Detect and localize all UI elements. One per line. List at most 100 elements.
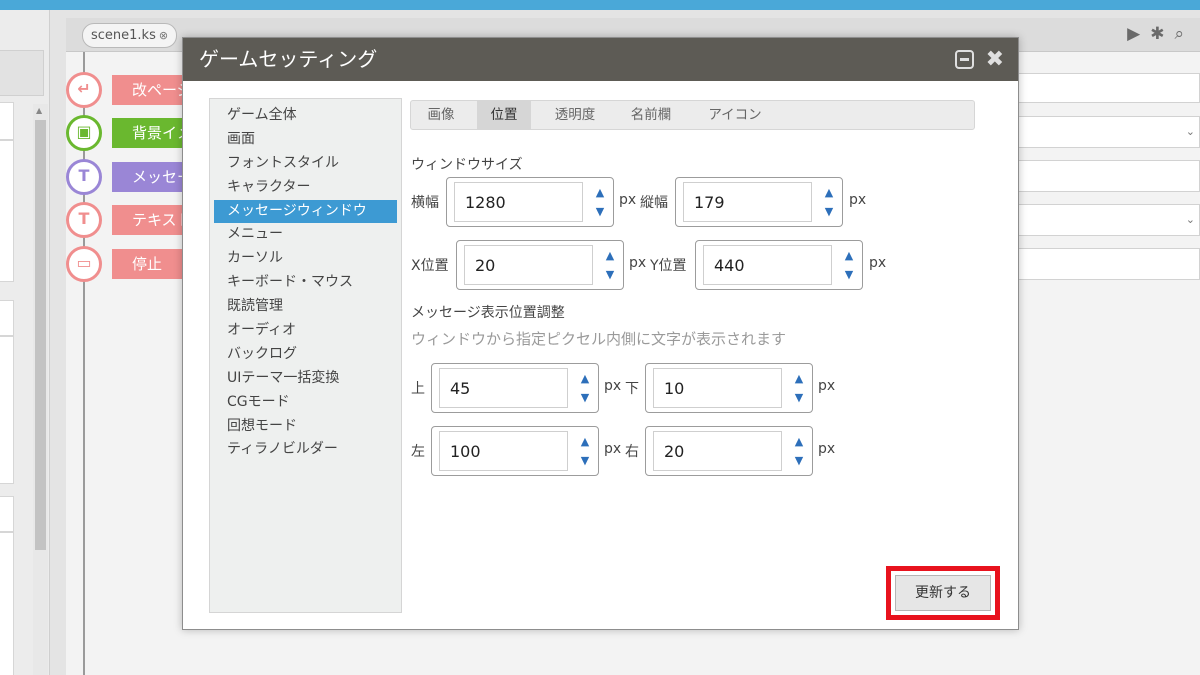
- x-position-stepper[interactable]: 20 ▲ ▼: [456, 240, 624, 290]
- px-unit: px: [818, 441, 836, 457]
- height-stepper[interactable]: 179 ▲ ▼: [675, 177, 843, 227]
- settings-menu: ゲーム全体 画面 フォントスタイル キャラクター メッセージウィンドウ メニュー…: [209, 98, 402, 613]
- increment-icon[interactable]: ▲: [792, 373, 806, 384]
- increment-icon[interactable]: ▲: [578, 373, 592, 384]
- left-panel-tab[interactable]: [0, 50, 44, 96]
- file-tab-label: scene1.ks: [91, 28, 156, 43]
- right-margin-input[interactable]: 20: [653, 431, 782, 471]
- px-unit: px: [869, 255, 887, 271]
- decrement-icon[interactable]: ▼: [593, 206, 607, 217]
- tab-icon[interactable]: アイコン: [699, 101, 771, 129]
- menu-item-keyboard-mouse[interactable]: キーボード・マウス: [214, 271, 397, 295]
- right-margin-stepper[interactable]: 20 ▲ ▼: [645, 426, 813, 476]
- window-size-heading: ウィンドウサイズ: [411, 157, 523, 173]
- left-margin-label: 左: [411, 444, 425, 460]
- left-panel-section: [0, 140, 14, 282]
- left-panel-section: [0, 300, 14, 336]
- tab-image[interactable]: 画像: [417, 101, 465, 129]
- image-icon: ▣: [66, 115, 102, 151]
- debug-icon[interactable]: ✱: [1150, 24, 1174, 44]
- page-break-icon: ↵: [66, 72, 102, 108]
- menu-item-read-management[interactable]: 既読管理: [214, 295, 397, 319]
- file-tab[interactable]: scene1.ks ⊗: [82, 23, 178, 48]
- update-button[interactable]: 更新する: [895, 575, 991, 611]
- increment-icon[interactable]: ▲: [593, 187, 607, 198]
- decrement-icon[interactable]: ▼: [578, 455, 592, 466]
- left-margin-input[interactable]: 100: [439, 431, 568, 471]
- tab-transparency[interactable]: 透明度: [545, 101, 605, 129]
- left-panel-section: [0, 102, 14, 140]
- left-panel-section: [0, 496, 14, 532]
- dialog-title: ゲームセッティング: [199, 47, 378, 71]
- decrement-icon[interactable]: ▼: [792, 392, 806, 403]
- menu-item-cg-mode[interactable]: CGモード: [214, 391, 397, 415]
- param-row[interactable]: [1010, 160, 1200, 192]
- text-icon: T: [66, 202, 102, 238]
- menu-item-backlog[interactable]: バックログ: [214, 343, 397, 367]
- menu-item-message-window[interactable]: メッセージウィンドウ: [214, 199, 397, 224]
- param-select[interactable]: ⌄: [1010, 204, 1200, 236]
- increment-icon[interactable]: ▲: [578, 436, 592, 447]
- top-margin-input[interactable]: 45: [439, 368, 568, 408]
- menu-item-tyrano-builder[interactable]: ティラノビルダー: [214, 438, 397, 462]
- y-position-input[interactable]: 440: [703, 245, 832, 285]
- settings-tabs: 画像 位置 透明度 名前欄 アイコン: [410, 100, 975, 130]
- tab-name-field[interactable]: 名前欄: [621, 101, 681, 129]
- menu-item-recollection-mode[interactable]: 回想モード: [214, 415, 397, 439]
- px-unit: px: [629, 255, 647, 271]
- scrollbar-thumb[interactable]: [35, 120, 46, 550]
- param-row[interactable]: [1010, 248, 1200, 280]
- width-label: 横幅: [411, 195, 439, 211]
- top-accent-bar: [0, 0, 1200, 10]
- close-icon[interactable]: ✖: [986, 48, 1004, 71]
- height-label: 縦幅: [640, 195, 668, 211]
- menu-item-ui-theme[interactable]: UIテーマ一括変換: [214, 367, 397, 391]
- decrement-icon[interactable]: ▼: [603, 269, 617, 280]
- px-unit: px: [604, 378, 622, 394]
- play-icon[interactable]: ▶: [1127, 24, 1150, 44]
- param-row[interactable]: [1010, 73, 1200, 103]
- bottom-margin-stepper[interactable]: 10 ▲ ▼: [645, 363, 813, 413]
- editor-toolbar: ▶✱⌕: [1127, 24, 1194, 44]
- decrement-icon[interactable]: ▼: [578, 392, 592, 403]
- minimize-icon[interactable]: [954, 50, 974, 69]
- scroll-up-icon[interactable]: ▲: [36, 106, 42, 115]
- increment-icon[interactable]: ▲: [603, 250, 617, 261]
- param-select[interactable]: ⌄: [1010, 116, 1200, 148]
- right-margin-label: 右: [625, 444, 639, 460]
- search-icon[interactable]: ⌕: [1174, 24, 1194, 44]
- increment-icon[interactable]: ▲: [822, 187, 836, 198]
- close-tab-icon[interactable]: ⊗: [159, 29, 168, 42]
- y-position-stepper[interactable]: 440 ▲ ▼: [695, 240, 863, 290]
- menu-item-font-style[interactable]: フォントスタイル: [214, 152, 397, 176]
- x-position-label: X位置: [411, 258, 449, 274]
- decrement-icon[interactable]: ▼: [822, 206, 836, 217]
- left-panel-section: [0, 336, 14, 484]
- decrement-icon[interactable]: ▼: [792, 455, 806, 466]
- decrement-icon[interactable]: ▼: [842, 269, 856, 280]
- px-unit: px: [849, 192, 867, 208]
- width-input[interactable]: 1280: [454, 182, 583, 222]
- menu-item-menu[interactable]: メニュー: [214, 223, 397, 247]
- bottom-margin-input[interactable]: 10: [653, 368, 782, 408]
- margin-hint: ウィンドウから指定ピクセル内側に文字が表示されます: [411, 330, 787, 348]
- increment-icon[interactable]: ▲: [842, 250, 856, 261]
- x-position-input[interactable]: 20: [464, 245, 593, 285]
- menu-item-screen[interactable]: 画面: [214, 128, 397, 152]
- dialog-title-bar[interactable]: ゲームセッティング ✖: [183, 38, 1018, 81]
- left-panel: ▲: [0, 10, 50, 675]
- tab-position[interactable]: 位置: [477, 101, 531, 129]
- menu-item-game-overall[interactable]: ゲーム全体: [214, 104, 397, 128]
- left-panel-scrollbar[interactable]: ▲: [33, 104, 48, 675]
- bottom-margin-label: 下: [625, 381, 639, 397]
- height-input[interactable]: 179: [683, 182, 812, 222]
- menu-item-cursor[interactable]: カーソル: [214, 247, 397, 271]
- chevron-down-icon: ⌄: [1185, 213, 1195, 226]
- width-stepper[interactable]: 1280 ▲ ▼: [446, 177, 614, 227]
- menu-item-character[interactable]: キャラクター: [214, 176, 397, 200]
- left-margin-stepper[interactable]: 100 ▲ ▼: [431, 426, 599, 476]
- menu-item-audio[interactable]: オーディオ: [214, 319, 397, 343]
- y-position-label: Y位置: [650, 258, 687, 274]
- top-margin-stepper[interactable]: 45 ▲ ▼: [431, 363, 599, 413]
- increment-icon[interactable]: ▲: [792, 436, 806, 447]
